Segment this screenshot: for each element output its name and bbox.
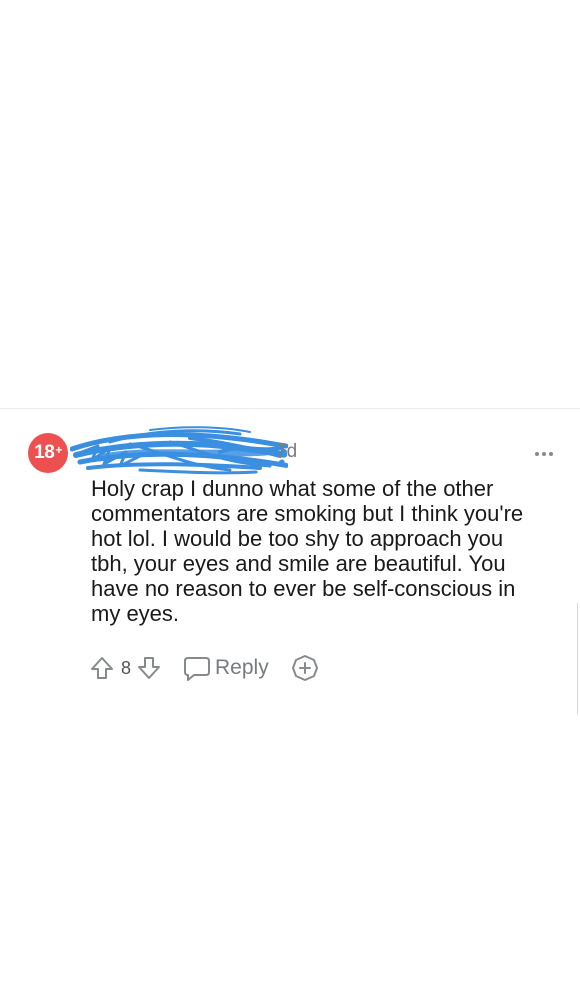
username-redaction-scribble [70,426,288,475]
arrow-up-icon[interactable] [90,655,114,681]
arrow-down-icon[interactable] [137,655,161,681]
more-horizontal-icon [535,452,539,456]
user-avatar[interactable]: 18 + [28,433,68,473]
comment-age: 7d [276,441,298,462]
speech-bubble-icon [184,657,211,681]
avatar-label: 18 [34,442,55,463]
more-options-button[interactable] [528,446,560,462]
comment-body: Holy crap I dunno what some of the other… [91,476,524,626]
reply-button[interactable]: Reply [183,655,269,681]
scroll-edge [577,603,578,714]
reply-label: Reply [215,656,269,679]
more-horizontal-icon [549,452,553,456]
screen: 18 + 7d Holy crap I dunno what some of th… [0,0,580,1000]
award-add-icon [291,655,318,681]
comment-actions: 8 Reply [90,652,319,684]
give-award-button[interactable] [291,654,319,682]
avatar-badge: + [55,443,62,457]
more-horizontal-icon [542,452,546,456]
vote-count: 8 [121,657,132,678]
